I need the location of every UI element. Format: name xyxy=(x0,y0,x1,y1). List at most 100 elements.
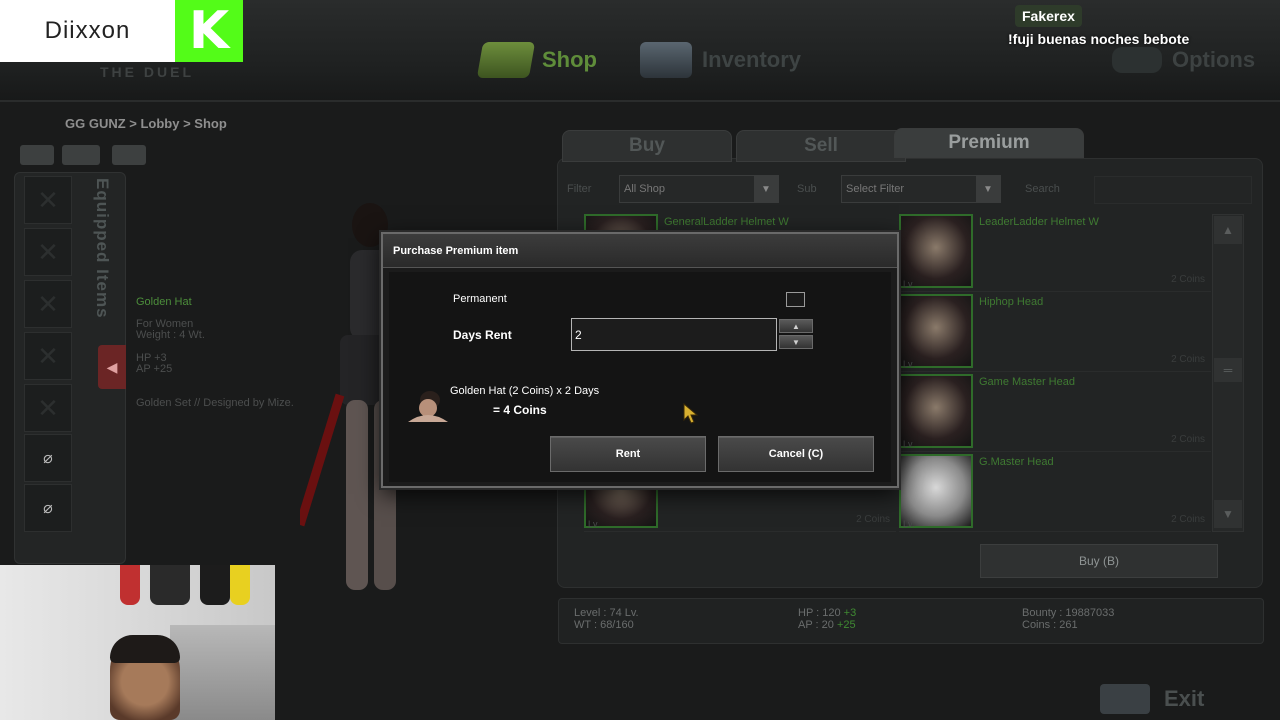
ring-icon: ⌀ xyxy=(43,450,53,467)
tab-premium[interactable]: Premium xyxy=(894,128,1084,158)
breadcrumb: GG GUNZ > Lobby > Shop xyxy=(65,116,227,131)
equip-slot-ring[interactable]: ⌀ xyxy=(24,484,72,532)
filter-dropdown[interactable]: All Shop ▼ xyxy=(619,175,779,203)
item-price: 2 Coins xyxy=(856,514,890,525)
game-logo-text: THE DUEL xyxy=(100,64,194,80)
stat-bounty: Bounty : 19887033 xyxy=(1022,607,1115,619)
item-detail-weight: Weight : 4 Wt. xyxy=(136,329,205,341)
item-level: Lv. xyxy=(903,519,915,529)
grip-icon: ═ xyxy=(1223,363,1233,377)
equipped-items-title: Equipped Items xyxy=(93,178,112,319)
sub-filter-value: Select Filter xyxy=(846,183,905,195)
chat-message: !fuji buenas noches bebote xyxy=(1008,31,1190,47)
permanent-label: Permanent xyxy=(453,293,507,305)
days-rent-input[interactable] xyxy=(571,318,777,351)
shop-item[interactable]: Hiphop Head Lv. 2 Coins xyxy=(899,294,1211,372)
scroll-thumb[interactable]: ═ xyxy=(1214,358,1242,382)
camera-icon[interactable] xyxy=(20,145,54,165)
stat-ap-bonus: +25 xyxy=(836,619,856,631)
search-label: Search xyxy=(1025,183,1060,195)
weapon-icon[interactable] xyxy=(62,145,100,165)
tab-buy[interactable]: Buy xyxy=(562,130,732,162)
bag-icon[interactable] xyxy=(112,145,146,165)
shop-item[interactable]: LeaderLadder Helmet W Lv. 2 Coins xyxy=(899,214,1211,292)
nav-inventory-label: Inventory xyxy=(702,47,802,72)
item-price: 2 Coins xyxy=(1171,434,1205,445)
equip-tab-arrow[interactable]: ◀ xyxy=(98,345,126,389)
nav-shop-button[interactable]: Shop xyxy=(476,42,597,78)
nav-inventory-button[interactable]: Inventory xyxy=(640,42,801,78)
ring-icon: ⌀ xyxy=(43,500,53,517)
item-thumbnail xyxy=(899,454,973,528)
equip-slot-ring[interactable]: ⌀ xyxy=(24,434,72,482)
tab-sell[interactable]: Sell xyxy=(736,130,906,162)
chevron-down-icon: ▼ xyxy=(754,176,778,202)
chevron-up-icon: ▲ xyxy=(1222,223,1234,237)
cancel-button[interactable]: Cancel (C) xyxy=(718,436,874,472)
permanent-checkbox[interactable] xyxy=(786,292,805,307)
item-thumbnail xyxy=(899,374,973,448)
scroll-up-button[interactable]: ▲ xyxy=(1214,216,1242,244)
item-detail-set: Golden Set // Designed by Mize. xyxy=(136,397,294,409)
scroll-down-button[interactable]: ▼ xyxy=(1214,500,1242,528)
shop-icon xyxy=(476,42,536,78)
chat-username: Fakerex xyxy=(1015,5,1082,27)
item-detail-ap: AP +25 xyxy=(136,363,173,375)
kick-logo: K xyxy=(175,0,243,62)
item-thumbnail xyxy=(899,294,973,368)
days-increment-button[interactable]: ▲ xyxy=(779,319,813,333)
stat-weight: WT : 68/160 xyxy=(574,619,634,631)
chevron-down-icon: ▼ xyxy=(792,337,800,347)
rent-button[interactable]: Rent xyxy=(550,436,706,472)
inventory-icon xyxy=(640,42,692,78)
item-level: Lv. xyxy=(588,519,600,529)
chevron-down-icon: ▼ xyxy=(976,176,1000,202)
chevron-up-icon: ▲ xyxy=(792,321,800,331)
stat-ap: AP : 20 xyxy=(798,619,834,631)
player-stats-bar: Level : 74 Lv. WT : 68/160 HP : 120 +3 A… xyxy=(558,598,1264,644)
item-thumbnail xyxy=(899,214,973,288)
item-level: Lv. xyxy=(903,439,915,449)
streamer-name: Diixxon xyxy=(0,0,175,62)
stat-coins: Coins : 261 xyxy=(1022,619,1078,631)
chevron-down-icon: ▼ xyxy=(1222,507,1234,521)
exit-label: Exit xyxy=(1164,686,1205,711)
item-level: Lv. xyxy=(903,279,915,289)
purchase-summary: Golden Hat (2 Coins) x 2 Days xyxy=(450,385,600,397)
webcam-overlay xyxy=(0,565,275,720)
sub-label: Sub xyxy=(797,183,817,195)
item-preview-thumbnail xyxy=(408,391,448,422)
nav-options-label: Options xyxy=(1172,47,1256,72)
item-price: 2 Coins xyxy=(1171,514,1205,525)
stat-hp: HP : 120 xyxy=(798,607,841,619)
exit-button[interactable]: Exit xyxy=(1100,684,1204,714)
equip-slot[interactable] xyxy=(24,332,72,380)
item-name: LeaderLadder Helmet W xyxy=(979,216,1099,228)
equip-slot[interactable] xyxy=(24,176,72,224)
days-decrement-button[interactable]: ▼ xyxy=(779,335,813,349)
nav-shop-label: Shop xyxy=(542,47,597,72)
stat-hp-bonus: +3 xyxy=(843,607,857,619)
stat-level: Level : 74 Lv. xyxy=(574,607,639,619)
item-price: 2 Coins xyxy=(1171,274,1205,285)
item-price: 2 Coins xyxy=(1171,354,1205,365)
item-level: Lv. xyxy=(903,359,915,369)
filter-value: All Shop xyxy=(624,183,665,195)
equip-slot[interactable] xyxy=(24,280,72,328)
equip-slot[interactable] xyxy=(24,228,72,276)
sub-filter-dropdown[interactable]: Select Filter ▼ xyxy=(841,175,1001,203)
nav-options-button[interactable]: Options xyxy=(1112,47,1255,73)
equip-slot[interactable] xyxy=(24,384,72,432)
options-icon xyxy=(1112,47,1162,73)
shop-item[interactable]: Game Master Head Lv. 2 Coins xyxy=(899,374,1211,452)
item-detail-name: Golden Hat xyxy=(136,296,192,308)
item-name: GeneralLadder Helmet W xyxy=(664,216,789,228)
mouse-cursor-icon xyxy=(683,402,699,424)
shop-item[interactable]: G.Master Head Lv. 2 Coins xyxy=(899,454,1211,532)
buy-button[interactable]: Buy (B) xyxy=(980,544,1218,578)
search-input[interactable] xyxy=(1094,176,1252,204)
purchase-total: = 4 Coins xyxy=(493,403,547,417)
item-name: Game Master Head xyxy=(979,376,1075,388)
filter-label: Filter xyxy=(567,183,592,195)
dialog-title: Purchase Premium item xyxy=(383,234,897,268)
